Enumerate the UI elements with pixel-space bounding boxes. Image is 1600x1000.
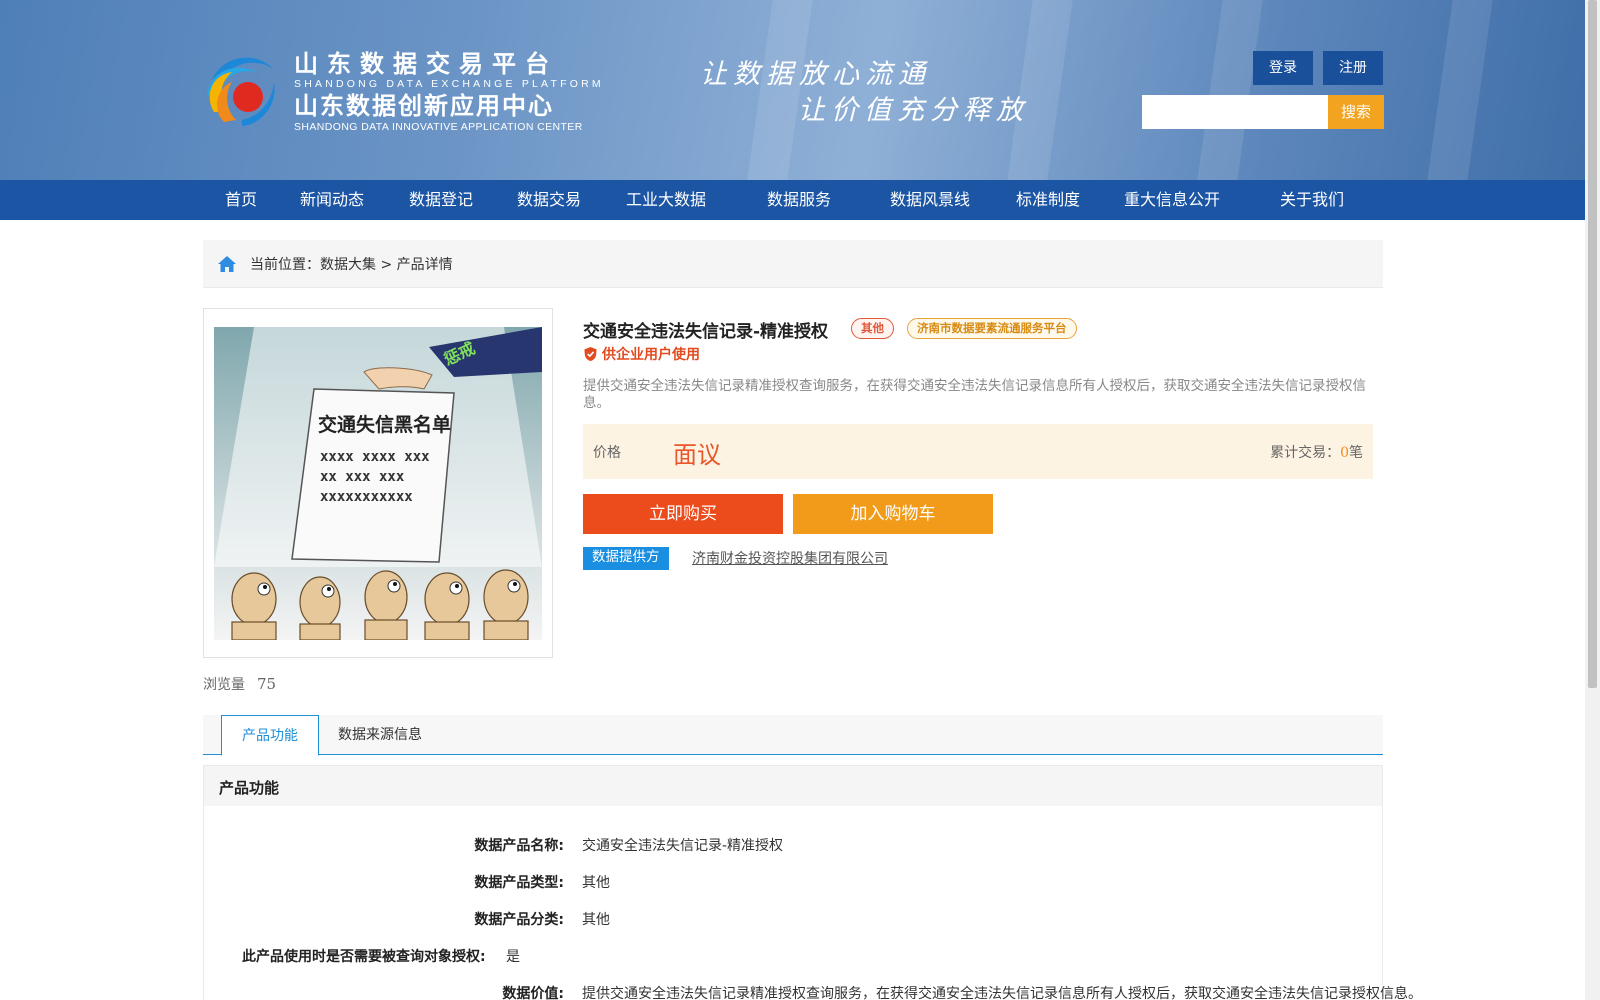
platform-logo-text: 山东数据交易平台 SHANDONG DATA EXCHANGE PLATFORM… (294, 50, 604, 134)
nav-item-data-landscape[interactable]: 数据风景线 (890, 180, 970, 220)
logo-title-en: SHANDONG DATA EXCHANGE PLATFORM (294, 78, 604, 90)
add-to-cart-button[interactable]: 加入购物车 (793, 494, 993, 534)
price-label: 价格 (593, 445, 621, 461)
provider-link[interactable]: 济南财金投资控股集团有限公司 (692, 548, 888, 568)
nav-item-data-trading[interactable]: 数据交易 (517, 180, 581, 220)
breadcrumb-product-detail: 产品详情 (396, 257, 453, 273)
logo-title-cn: 山东数据交易平台 (294, 50, 558, 78)
logo-subtitle-cn: 山东数据创新应用中心 (294, 92, 554, 120)
nav-item-data-services[interactable]: 数据服务 (767, 180, 831, 220)
product-description: 提供交通安全违法失信记录精准授权查询服务，在获得交通安全违法失信记录信息所有人授… (583, 378, 1366, 411)
feature-key: 数据产品名称: (474, 838, 564, 854)
view-count-value: 75 (257, 675, 277, 693)
feature-value: 其他 (582, 912, 610, 928)
main-nav: 首页 新闻动态 数据登记 数据交易 工业大数据 数据服务 数据风景线 标准制度 … (0, 180, 1585, 220)
tab-product-features[interactable]: 产品功能 (221, 715, 319, 756)
detail-tabs: 产品功能 数据来源信息 (203, 715, 1383, 756)
image-paper-title: 交通失信黑名单 (318, 413, 451, 436)
feature-key: 此产品使用时是否需要被查询对象授权: (242, 949, 486, 965)
breadcrumb: 当前位置：数据大集 > 产品详情 (203, 240, 1383, 288)
platform-logo-icon (207, 57, 275, 126)
feature-value: 是 (506, 949, 520, 965)
enterprise-only-notice: 供企业用户使用 (583, 344, 700, 364)
price-panel: 价格 面议 累计交易：0笔 (583, 424, 1373, 479)
feature-value: 其他 (582, 875, 610, 891)
breadcrumb-data-market[interactable]: 数据大集 (320, 257, 376, 273)
view-count-label: 浏览量 (203, 677, 245, 693)
buy-now-button[interactable]: 立即购买 (583, 494, 783, 534)
nav-item-news[interactable]: 新闻动态 (300, 180, 364, 220)
search-button[interactable]: 搜索 (1328, 95, 1384, 129)
image-paper-line-2: xx xxx xxx (320, 469, 405, 485)
shield-icon (584, 346, 597, 362)
register-button[interactable]: 注册 (1323, 51, 1383, 85)
image-paper-line-3: xxxxxxxxxxx (320, 489, 413, 505)
section-header: 产品功能 (204, 766, 1382, 806)
nav-item-disclosure[interactable]: 重大信息公开 (1124, 180, 1220, 220)
scrollbar-thumb[interactable] (1588, 0, 1597, 688)
nav-item-home[interactable]: 首页 (225, 180, 257, 220)
tab-data-source[interactable]: 数据来源信息 (338, 715, 422, 755)
nav-item-standards[interactable]: 标准制度 (1016, 180, 1080, 220)
breadcrumb-prefix: 当前位置： (250, 257, 320, 273)
feature-value: 交通安全违法失信记录-精准授权 (582, 838, 784, 854)
page: 山东数据交易平台 SHANDONG DATA EXCHANGE PLATFORM… (0, 0, 1600, 1000)
deal-count-unit: 笔 (1349, 445, 1363, 461)
breadcrumb-separator: > (376, 257, 397, 273)
provider-badge: 数据提供方 (583, 547, 669, 570)
logo-subtitle-en: SHANDONG DATA INNOVATIVE APPLICATION CEN… (294, 121, 583, 133)
home-icon (218, 256, 236, 272)
slogan-line-2: 让价值充分释放 (798, 95, 1029, 126)
product-illustration: 惩戒 交通失信黑名单 xxxx xxxx xxx xx xxx xxx xxxx… (214, 327, 542, 640)
slogan-line-1: 让数据放心流通 (700, 59, 931, 90)
site-header: 山东数据交易平台 SHANDONG DATA EXCHANGE PLATFORM… (0, 0, 1585, 180)
login-button[interactable]: 登录 (1253, 51, 1313, 85)
feature-key: 数据价值: (502, 986, 564, 1000)
image-paper-line-1: xxxx xxxx xxx (320, 449, 430, 465)
nav-item-about[interactable]: 关于我们 (1280, 180, 1344, 220)
enterprise-only-label: 供企业用户使用 (602, 347, 700, 363)
feature-value: 提供交通安全违法失信记录精准授权查询服务，在获得交通安全违法失信记录信息所有人授… (582, 986, 1422, 1000)
platform-badge: 济南市数据要素流通服务平台 (907, 318, 1077, 339)
product-image: 惩戒 交通失信黑名单 xxxx xxxx xxx xx xxx xxx xxxx… (203, 308, 553, 658)
price-value: 面议 (673, 441, 721, 469)
view-count: 浏览量 75 (203, 674, 276, 694)
section-title: 产品功能 (219, 779, 280, 797)
search-input[interactable] (1142, 95, 1328, 129)
deal-count-value: 0 (1340, 445, 1349, 461)
feature-key: 数据产品类型: (474, 875, 564, 891)
product-features-section: 产品功能 数据产品名称: 交通安全违法失信记录-精准授权 数据产品类型: 其他 … (203, 765, 1422, 1000)
product-title: 交通安全违法失信记录-精准授权 (583, 322, 829, 342)
feature-key: 数据产品分类: (474, 912, 564, 928)
nav-item-industrial-big-data[interactable]: 工业大数据 (626, 180, 706, 220)
deal-count-label: 累计交易： (1270, 445, 1341, 461)
deal-count: 累计交易：0笔 (1270, 442, 1363, 462)
category-badge: 其他 (851, 318, 894, 339)
nav-item-data-registration[interactable]: 数据登记 (409, 180, 473, 220)
